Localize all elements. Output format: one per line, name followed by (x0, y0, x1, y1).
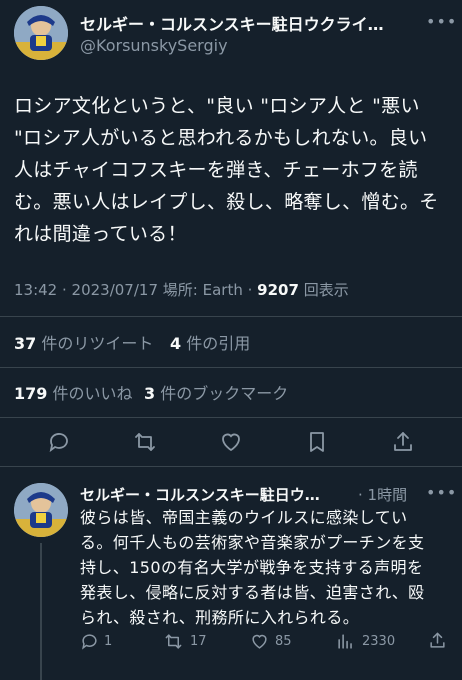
avatar[interactable] (14, 6, 68, 60)
likes-stat[interactable]: 179 件のいいね (14, 380, 133, 404)
tweet-text-line: む。悪い人はレイプし、殺し、略奪し、憎む。そ (14, 191, 439, 213)
divider (0, 367, 462, 368)
divider (0, 466, 462, 467)
reply-text-line: 彼らは皆、帝国主義のウイルスに感染してい (80, 508, 408, 527)
reply-text-line: 発表し、侵略に反対する者は皆、迫害され、殴 (80, 583, 425, 602)
thread-line (40, 543, 42, 680)
reply-count: 1 (104, 634, 113, 649)
more-options-icon[interactable]: ••• (426, 12, 457, 31)
tweet-datetime[interactable]: 13:42 · 2023/07/17 (14, 281, 158, 299)
retweet-icon[interactable] (133, 430, 157, 454)
tweet-text: ロシア文化というと、"良い "ロシア人と "悪い "ロシア人がいると思われるかも… (14, 90, 454, 250)
bookmarks-stat[interactable]: 3 件のブックマーク (144, 380, 288, 404)
reply-icon[interactable] (47, 430, 71, 454)
bookmarks-label: 件のブックマーク (160, 384, 289, 403)
retweets-stat[interactable]: 37 件のリツイート (14, 330, 153, 354)
bookmark-icon[interactable] (305, 430, 329, 454)
quotes-label: 件の引用 (186, 334, 251, 353)
tweet-text-line: れは間違っている！ (14, 223, 187, 245)
reply-retweet-icon[interactable] (164, 632, 183, 651)
views-count: 9207 (257, 281, 299, 299)
views-label: 回表示 (303, 281, 349, 299)
tweet-text-line: "ロシア人がいると思われるかもしれない。良い (14, 127, 428, 149)
retweets-count: 37 (14, 334, 37, 353)
author-name[interactable]: セルギー・コルスンスキー駐日ウクライ… (80, 11, 384, 35)
like-icon[interactable] (219, 430, 243, 454)
avatar-image (14, 6, 68, 60)
reply-share-icon[interactable] (428, 631, 447, 650)
tweet-place: 場所: Earth · (162, 281, 253, 299)
likes-count: 179 (14, 384, 48, 403)
reply-timestamp[interactable]: · 1時間 (358, 484, 407, 505)
reply-like-count: 85 (275, 634, 292, 649)
reply-more-options-icon[interactable]: ••• (426, 483, 457, 502)
share-icon[interactable] (391, 430, 415, 454)
reply-reply-icon[interactable] (80, 632, 99, 651)
reply-avatar[interactable] (14, 483, 68, 537)
divider (0, 316, 462, 317)
reply-like-icon[interactable] (250, 632, 269, 651)
reply-text: 彼らは皆、帝国主義のウイルスに感染してい る。何千人もの芸術家や音楽家がプーチン… (80, 505, 456, 630)
quotes-stat[interactable]: 4 件の引用 (170, 330, 250, 354)
reply-views-count: 2330 (362, 634, 396, 649)
quotes-count: 4 (170, 334, 182, 353)
reply-views-icon[interactable] (336, 632, 355, 651)
bookmarks-count: 3 (144, 384, 156, 403)
tweet-text-line: 人はチャイコフスキーを弾き、チェーホフを読 (14, 159, 418, 181)
reply-text-line: られ、殺され、刑務所に入れられる。 (80, 608, 360, 627)
reply-author-name[interactable]: セルギー・コルスンスキー駐日ウ… (80, 484, 320, 505)
reply-text-line: る。何千人もの芸術家や音楽家がプーチンを支 (80, 533, 425, 552)
tweet-text-line: ロシア文化というと、"良い "ロシア人と "悪い (14, 95, 420, 117)
reply-retweet-count: 17 (190, 634, 207, 649)
avatar-image (14, 483, 68, 537)
reply-text-line: 持し、150の有名大学が戦争を支持する声明を (80, 558, 424, 577)
retweets-label: 件のリツイート (41, 334, 154, 353)
divider (0, 417, 462, 418)
likes-label: 件のいいね (52, 384, 133, 403)
author-handle[interactable]: @KorsunskySergiy (80, 36, 228, 55)
tweet-meta: 13:42 · 2023/07/17 場所: Earth · 9207 回表示 (14, 279, 349, 300)
